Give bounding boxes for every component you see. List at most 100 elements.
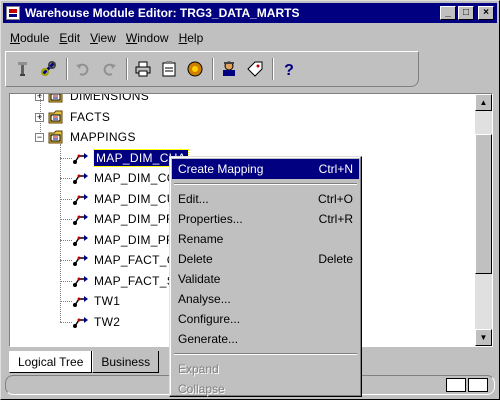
deploy-icon[interactable] [184, 58, 206, 80]
menu-separator [174, 183, 357, 185]
context-menu-item-generate[interactable]: Generate... [172, 329, 359, 349]
tree-folder-node[interactable]: DIMENSIONS [48, 93, 150, 106]
context-menu-item-edit[interactable]: Edit... Ctrl+O [172, 189, 359, 209]
toolbar-separator [272, 58, 274, 80]
menu-item-label: Rename [178, 232, 224, 246]
context-menu-item-properties[interactable]: Properties... Ctrl+R [172, 209, 359, 229]
toolbar-separator [126, 58, 128, 80]
maximize-button[interactable]: □ [458, 6, 474, 20]
tab-strip: Logical Tree Business [9, 351, 160, 373]
tree-mapping-node[interactable]: MAP_DIM_PRO [72, 209, 185, 229]
menu-item-label: Create Mapping [178, 162, 264, 176]
toolbar-separator [66, 58, 68, 80]
mapping-icon [72, 150, 90, 166]
tree-folder-node[interactable]: FACTS [48, 107, 110, 127]
tree-mapping-node[interactable]: MAP_FACT_SA [72, 271, 183, 291]
print-icon[interactable] [132, 58, 154, 80]
context-menu-item-configure[interactable]: Configure... [172, 309, 359, 329]
tree-connector [60, 260, 72, 261]
tree-connector [60, 321, 72, 323]
menu-item-shortcut: Ctrl+N [318, 162, 353, 176]
mapping-icon [72, 252, 90, 268]
redo-icon[interactable] [98, 58, 120, 80]
status-indicator-icon [468, 378, 488, 392]
folder-icon [48, 94, 66, 104]
tree-connector [60, 178, 72, 179]
scroll-thumb[interactable] [475, 134, 492, 274]
menu-item-shortcut: Ctrl+O [317, 192, 353, 206]
folder-icon [48, 109, 66, 125]
tree-node-label: FACTS [70, 109, 111, 124]
collapse-icon[interactable]: − [35, 133, 44, 142]
context-menu-item-create-mapping[interactable]: Create Mapping Ctrl+N [172, 159, 359, 179]
menu-help[interactable]: Help [174, 29, 209, 49]
minimize-button[interactable]: _ [440, 6, 456, 20]
mapping-icon [72, 314, 90, 330]
tree-connector [60, 143, 61, 322]
menu-item-label: Collapse [178, 382, 225, 396]
tree-mapping-node[interactable]: TW1 [72, 291, 120, 311]
menu-item-label: Expand [178, 362, 219, 376]
scroll-up-button[interactable]: ▲ [475, 94, 492, 111]
wrench-icon[interactable] [12, 58, 34, 80]
scroll-down-button[interactable]: ▼ [475, 329, 492, 346]
vertical-scrollbar[interactable]: ▲ ▼ [475, 94, 492, 346]
tree-connector [60, 157, 72, 159]
context-menu-item-rename[interactable]: Rename [172, 229, 359, 249]
menu-item-label: Analyse... [178, 292, 231, 306]
close-button[interactable]: × [478, 6, 494, 20]
context-menu-item-expand[interactable]: Expand [172, 359, 359, 379]
toolbar-separator [212, 58, 214, 80]
tree-connector [60, 219, 72, 220]
menu-view[interactable]: View [85, 29, 121, 49]
link-icon[interactable] [38, 58, 60, 80]
tab-business[interactable]: Business [92, 351, 160, 373]
user-icon[interactable] [218, 58, 240, 80]
mapping-icon [72, 293, 90, 309]
app-icon [6, 6, 20, 20]
context-menu-item-validate[interactable]: Validate [172, 269, 359, 289]
context-menu-item-delete[interactable]: Delete Delete [172, 249, 359, 269]
menu-item-label: Properties... [178, 212, 243, 226]
tree-mapping-node[interactable]: MAP_DIM_CUS [72, 189, 184, 209]
help-icon[interactable]: ? [278, 58, 300, 80]
tree-mapping-node[interactable]: MAP_DIM_PRO [72, 230, 185, 250]
menu-item-label: Configure... [178, 312, 241, 326]
tree-node-label: MAPPINGS [70, 130, 136, 144]
mapping-icon [72, 211, 90, 227]
context-menu-item-analyse[interactable]: Analyse... [172, 289, 359, 309]
tag-icon[interactable] [244, 58, 266, 80]
editor-window: Warehouse Module Editor: TRG3_DATA_MARTS… [0, 0, 500, 400]
menu-edit[interactable]: Edit [54, 29, 85, 49]
mapping-icon [72, 232, 90, 248]
context-menu: Create Mapping Ctrl+N Edit... Ctrl+O Propert… [169, 156, 362, 397]
menu-bar: Module Edit View Window Help [5, 29, 208, 49]
tree-mapping-node[interactable]: TW2 [72, 312, 120, 332]
tree-connector [60, 239, 72, 241]
tree-node-label: TW2 [94, 314, 121, 329]
menu-item-shortcut: Ctrl+R [318, 212, 353, 226]
tree-connector [60, 198, 72, 200]
title-bar[interactable]: Warehouse Module Editor: TRG3_DATA_MARTS… [3, 3, 497, 23]
menu-module[interactable]: Module [5, 29, 54, 49]
menu-item-label: Validate [178, 272, 221, 286]
svg-text:?: ? [284, 62, 294, 78]
undo-icon[interactable] [72, 58, 94, 80]
tree-node-label: DIMENSIONS [70, 93, 150, 103]
menu-item-label: Edit... [178, 192, 209, 206]
tree-connector [60, 301, 72, 302]
folder-icon [48, 129, 66, 145]
menu-item-shortcut: Delete [318, 252, 353, 266]
window-title: Warehouse Module Editor: TRG3_DATA_MARTS [25, 6, 300, 20]
toolbar: ? [5, 51, 419, 87]
tab-logical-tree[interactable]: Logical Tree [9, 351, 93, 373]
menu-window[interactable]: Window [121, 29, 174, 49]
context-menu-item-collapse[interactable]: Collapse [172, 379, 359, 399]
clipboard-icon[interactable] [158, 58, 180, 80]
menu-item-label: Delete [178, 252, 213, 266]
tree-folder-node[interactable]: MAPPINGS [48, 127, 136, 147]
status-indicator-icon [446, 378, 466, 392]
mapping-icon [72, 273, 90, 289]
mapping-icon [72, 191, 90, 207]
tree-node-label: TW1 [94, 294, 121, 308]
